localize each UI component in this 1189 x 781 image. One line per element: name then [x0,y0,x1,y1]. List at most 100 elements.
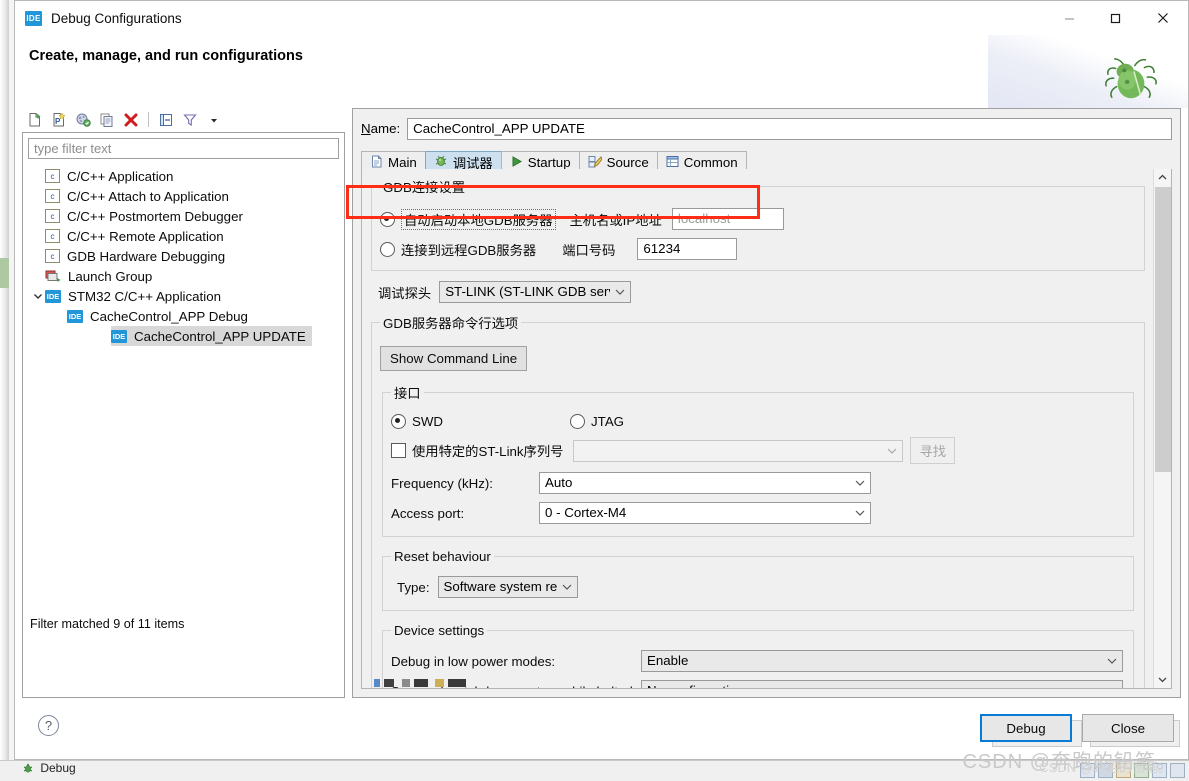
chevron-down-icon [855,503,865,523]
configurations-toolbar: P [22,108,345,131]
gdb-server-options-title: GDB服务器命令行选项 [383,316,519,331]
tree-item-label: CacheControl_APP Debug [90,308,248,324]
auto-start-row: 自动启动本地GDB服务器 主机名或IP地址 localhost [380,208,1136,230]
tree-item-label: CacheControl_APP UPDATE [134,328,306,344]
scroll-up-icon[interactable] [1154,169,1171,186]
tab-label: Startup [527,155,571,170]
gdb-server-options-group: GDB服务器命令行选项 Show Command Line 接口 SWD JTA… [371,313,1145,688]
debug-bug-icon [22,762,34,774]
debug-button-label: Debug [1006,720,1046,736]
jtag-label[interactable]: JTAG [591,414,624,429]
debug-button[interactable]: Debug [980,714,1072,742]
show-command-line-button[interactable]: Show Command Line [380,346,528,371]
dialog-title-bar[interactable]: IDE Debug Configurations [15,1,1188,35]
debugger-content-inner: GDB连接设置 自动启动本地GDB服务器 主机名或IP地址 localhost … [362,169,1154,688]
dialog-body: P type filter text c C/C++ Application c… [15,108,1188,759]
delete-icon[interactable] [120,109,142,130]
new-prototype-icon[interactable]: P [48,109,70,130]
chevron-down-icon[interactable] [31,291,45,301]
tree-item-label: GDB Hardware Debugging [67,248,226,264]
serial-combo[interactable] [573,439,904,462]
banner-heading: Create, manage, and run configurations [29,48,303,64]
content-vertical-scrollbar[interactable] [1153,169,1171,688]
frequency-combo[interactable]: Auto [539,472,871,494]
use-specific-serial-checkbox[interactable] [391,443,406,458]
low-power-combo[interactable]: Enable [641,650,1123,672]
remote-radio[interactable] [380,241,395,257]
reset-type-label: Type: [397,579,430,595]
tree-item-stm32-application[interactable]: IDE STM32 C/C++ Application [23,286,344,306]
watchdog-combo[interactable]: No configuration [641,680,1123,688]
chevron-down-icon [562,577,572,597]
use-specific-serial-label[interactable]: 使用特定的ST-Link序列号 [412,441,563,460]
tab-label: Main [388,155,417,170]
name-input[interactable]: CacheControl_APP UPDATE [407,117,1172,140]
background-left-strip [0,0,9,760]
duplicate-icon[interactable] [96,109,118,130]
swd-radio[interactable] [391,414,406,429]
tray-icon-6[interactable] [1170,762,1185,778]
dialog-title: Debug Configurations [51,10,182,26]
auto-start-label[interactable]: 自动启动本地GDB服务器 [401,208,556,230]
collapse-all-icon[interactable] [155,109,177,130]
gdb-connection-group-title: GDB连接设置 [383,180,466,195]
window-controls [1046,1,1188,35]
toolbar-separator [148,112,149,127]
tree-item-label: C/C++ Remote Application [67,228,224,244]
export-icon[interactable] [72,109,94,130]
tab-label: Source [606,155,649,170]
debugger-tab-content: GDB连接设置 自动启动本地GDB服务器 主机名或IP地址 localhost … [361,169,1172,689]
auto-start-radio[interactable] [380,211,395,227]
tree-item-cpp-attach[interactable]: c C/C++ Attach to Application [23,186,344,206]
configurations-tree: c C/C++ Application c C/C++ Attach to Ap… [23,162,344,346]
c-config-icon: c [45,169,60,183]
tree-item-launch-group[interactable]: Launch Group [23,266,344,286]
port-label: 端口号码 [562,242,616,258]
tree-item-label: C/C++ Attach to Application [67,188,229,204]
scrollbar-thumb[interactable] [1155,187,1171,472]
remote-label[interactable]: 连接到远程GDB服务器 [401,240,536,259]
help-icon[interactable]: ? [38,715,59,736]
chevron-down-icon [1107,681,1117,688]
probe-label: 调试探头 [378,285,432,301]
background-debug-tab[interactable]: Debug [22,761,76,775]
probe-combo[interactable]: ST-LINK (ST-LINK GDB server) [439,281,632,303]
tree-item-label: Launch Group [68,268,153,284]
show-command-line-row: Show Command Line [380,346,1136,371]
tree-item-cachecontrol-update[interactable]: IDE CacheControl_APP UPDATE [111,326,312,346]
filter-icon[interactable] [179,109,201,130]
bug-illustration-icon [1105,58,1157,99]
maximize-icon[interactable] [1092,1,1138,35]
ide-icon: IDE [67,309,83,323]
scroll-down-icon[interactable] [1154,671,1171,688]
device-settings-title: Device settings [394,623,485,638]
new-configuration-icon[interactable] [24,109,46,130]
tree-item-cpp-application[interactable]: c C/C++ Application [23,166,344,186]
close-button-label: Close [1111,720,1145,736]
minimize-icon[interactable] [1046,1,1092,35]
reset-behaviour-group: Reset behaviour Type: Software system re… [382,549,1134,611]
reset-type-combo[interactable]: Software system reset [437,576,578,598]
tree-item-gdb-hardware[interactable]: c GDB Hardware Debugging [23,246,344,266]
ide-app-icon: IDE [25,10,42,26]
swd-label[interactable]: SWD [412,414,443,429]
tree-item-cachecontrol-update-wrap: IDE CacheControl_APP UPDATE [23,326,344,346]
host-input[interactable]: localhost [671,208,784,230]
tree-item-cpp-remote[interactable]: c C/C++ Remote Application [23,226,344,246]
jtag-radio[interactable] [570,414,586,429]
access-port-combo[interactable]: 0 - Cortex-M4 [539,502,871,524]
close-icon[interactable] [1138,1,1188,35]
filter-input[interactable]: type filter text [28,138,339,159]
tree-item-label: C/C++ Application [67,168,174,184]
c-config-icon: c [45,189,60,203]
port-input[interactable]: 61234 [637,238,738,260]
low-power-row: Debug in low power modes: Enable [391,650,1125,672]
access-port-combo-value: 0 - Cortex-M4 [545,505,627,520]
background-green-marker [0,258,9,288]
close-button[interactable]: Close [1082,714,1174,742]
tree-item-cachecontrol-debug[interactable]: IDE CacheControl_APP Debug [23,306,344,326]
ide-icon: IDE [45,289,61,303]
view-menu-icon[interactable] [203,109,225,130]
scan-button[interactable]: 寻找 [910,437,956,464]
tree-item-cpp-postmortem[interactable]: c C/C++ Postmortem Debugger [23,206,344,226]
